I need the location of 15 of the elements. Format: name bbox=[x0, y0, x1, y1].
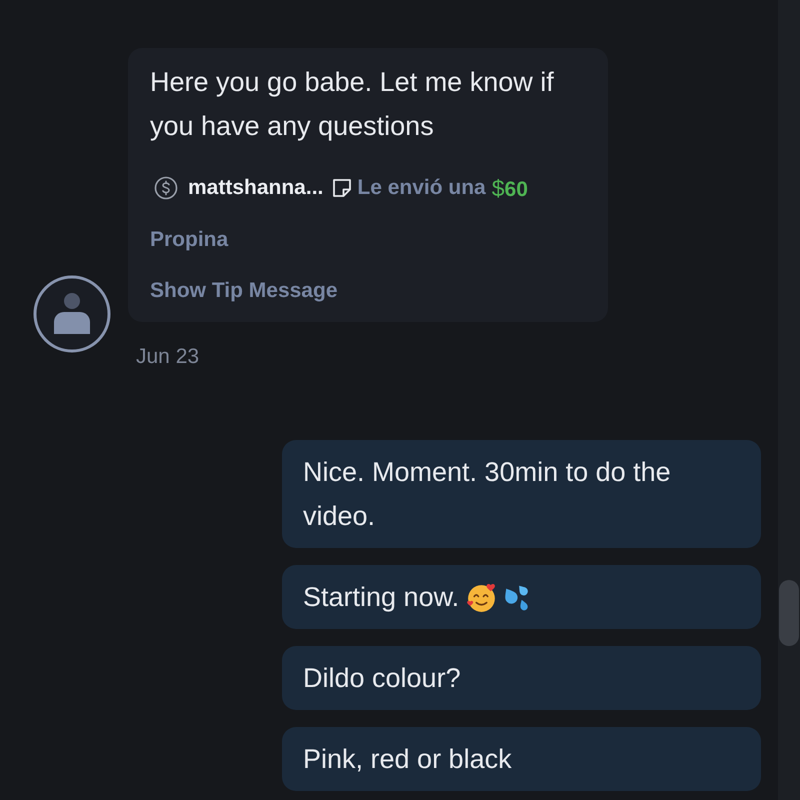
dollar-badge-icon bbox=[154, 176, 178, 200]
tip-label: Propina bbox=[150, 227, 228, 253]
note-icon bbox=[331, 177, 354, 199]
tip-amount: $60 bbox=[492, 174, 528, 202]
user-avatar-icon bbox=[33, 275, 111, 353]
tip-action-text: Le envió una bbox=[357, 176, 486, 200]
message-text: Starting now. bbox=[303, 581, 460, 614]
sender-username[interactable]: mattshanna... bbox=[188, 176, 324, 200]
message-date: Jun 23 bbox=[136, 344, 200, 370]
scrollbar-thumb[interactable] bbox=[779, 580, 799, 646]
message-text: Pink, red or black bbox=[303, 743, 512, 776]
show-tip-message-link[interactable]: Show Tip Message bbox=[150, 276, 338, 306]
message-text: Here you go babe. Let me know if you have any questions bbox=[150, 66, 555, 143]
message-text: Nice. Moment. 30min to do the video. bbox=[303, 456, 672, 533]
message-text: Dildo colour? bbox=[303, 662, 461, 695]
